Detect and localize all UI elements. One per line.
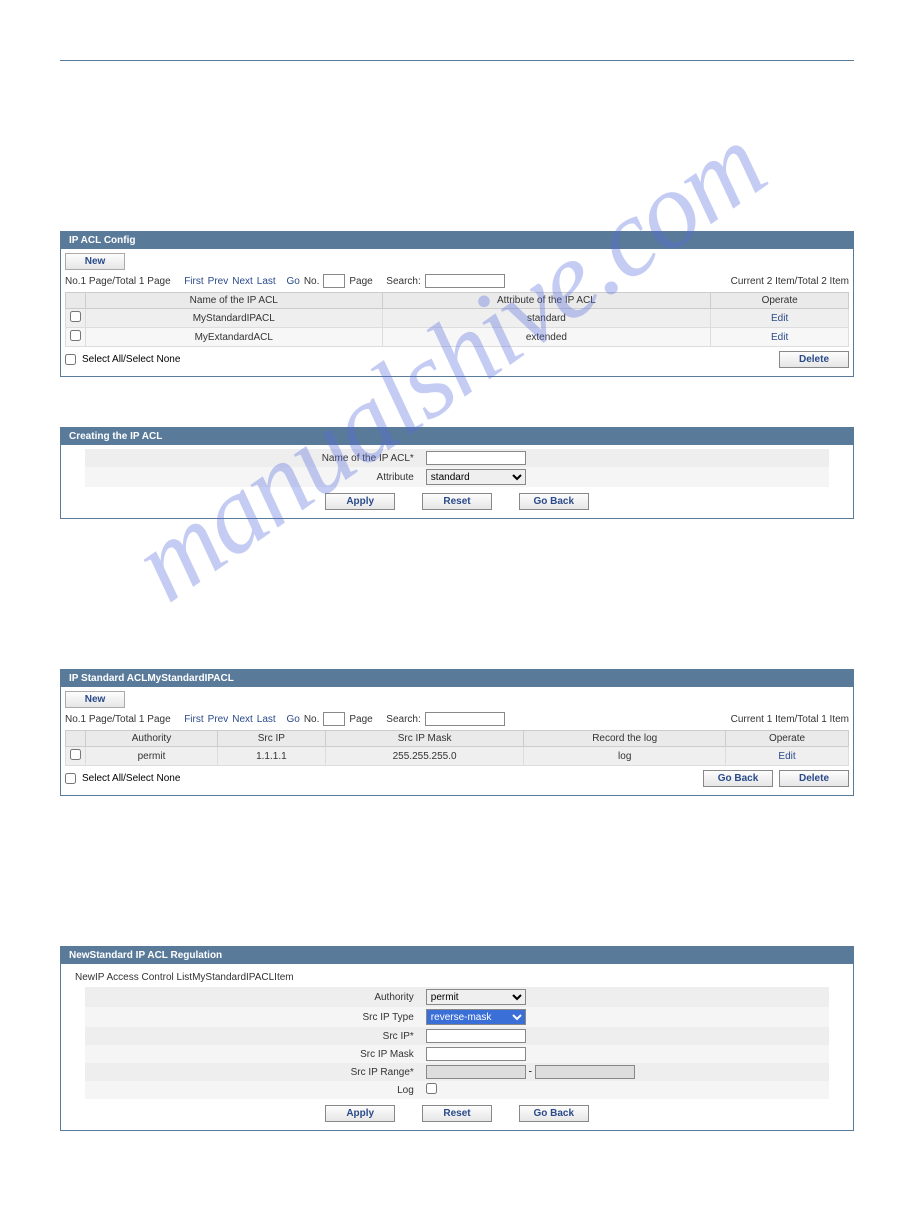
row-attr: extended (382, 328, 711, 347)
row-log: log (524, 747, 726, 766)
pager-next[interactable]: Next (232, 714, 253, 725)
col-mask: Src IP Mask (325, 731, 524, 747)
authority-label: Authority (85, 987, 420, 1007)
log-label: Log (85, 1081, 420, 1099)
acl-name-input[interactable] (426, 451, 526, 465)
create-ip-acl-panel: Creating the IP ACL Name of the IP ACL* … (60, 427, 854, 519)
pager-first[interactable]: First (184, 714, 203, 725)
col-op: Operate (711, 293, 849, 309)
apply-button[interactable]: Apply (325, 493, 395, 510)
attr-select[interactable]: standard (426, 469, 526, 485)
panel4-note: NewIP Access Control ListMyStandardIPACL… (65, 968, 849, 987)
pager-no-label: No. (304, 714, 320, 725)
panel1-title: IP ACL Config (61, 232, 853, 249)
col-src: Src IP (217, 731, 325, 747)
attr-label: Attribute (85, 467, 420, 487)
col-op: Operate (726, 731, 849, 747)
edit-link[interactable]: Edit (771, 332, 788, 343)
col-attr: Attribute of the IP ACL (382, 293, 711, 309)
row-mask: 255.255.255.0 (325, 747, 524, 766)
select-all-label: Select All/Select None (82, 773, 180, 784)
range-to-input (535, 1065, 635, 1079)
srctype-select[interactable]: reverse-mask (426, 1009, 526, 1025)
row-checkbox[interactable] (70, 749, 81, 760)
pager-page-label: Page (349, 276, 372, 287)
pager-search-label: Search: (386, 714, 420, 725)
acl-table: Name of the IP ACL Attribute of the IP A… (65, 292, 849, 347)
top-rule (60, 60, 854, 61)
srcip-label: Src IP* (85, 1027, 420, 1045)
mask-label: Src IP Mask (85, 1045, 420, 1063)
row-name: MyStandardIPACL (86, 309, 383, 328)
pager-prev[interactable]: Prev (208, 714, 229, 725)
select-all-checkbox[interactable] (65, 354, 76, 365)
row-attr: standard (382, 309, 711, 328)
edit-link[interactable]: Edit (778, 751, 795, 762)
pager-go[interactable]: Go (286, 276, 299, 287)
pager-last[interactable]: Last (257, 276, 276, 287)
mask-input[interactable] (426, 1047, 526, 1061)
pager-search-input[interactable] (425, 274, 505, 288)
delete-button[interactable]: Delete (779, 351, 849, 368)
pager-info: No.1 Page/Total 1 Page (65, 276, 171, 287)
pager-next[interactable]: Next (232, 276, 253, 287)
pager-no-label: No. (304, 276, 320, 287)
goback-button[interactable]: Go Back (519, 493, 589, 510)
goback-button[interactable]: Go Back (703, 770, 773, 787)
pager-count: Current 2 Item/Total 2 Item (731, 276, 849, 287)
pager-page-input[interactable] (323, 274, 345, 288)
log-checkbox[interactable] (426, 1083, 437, 1094)
pager-last[interactable]: Last (257, 714, 276, 725)
pager-row: No.1 Page/Total 1 Page First Prev Next L… (65, 708, 849, 730)
pager-row: No.1 Page/Total 1 Page First Prev Next L… (65, 270, 849, 292)
goback-button[interactable]: Go Back (519, 1105, 589, 1122)
standard-acl-panel: IP Standard ACLMyStandardIPACL New No.1 … (60, 669, 854, 796)
pager-search-label: Search: (386, 276, 420, 287)
range-sep: - (529, 1067, 532, 1078)
table-row: MyExtandardACL extended Edit (66, 328, 849, 347)
acl-rules-table: Authority Src IP Src IP Mask Record the … (65, 730, 849, 766)
authority-select[interactable]: permit (426, 989, 526, 1005)
range-label: Src IP Range* (85, 1063, 420, 1081)
reset-button[interactable]: Reset (422, 1105, 492, 1122)
row-checkbox[interactable] (70, 330, 81, 341)
select-all-label: Select All/Select None (82, 354, 180, 365)
col-auth: Authority (86, 731, 218, 747)
new-regulation-panel: NewStandard IP ACL Regulation NewIP Acce… (60, 946, 854, 1131)
reset-button[interactable]: Reset (422, 493, 492, 510)
pager-search-input[interactable] (425, 712, 505, 726)
pager-count: Current 1 Item/Total 1 Item (731, 714, 849, 725)
table-row: permit 1.1.1.1 255.255.255.0 log Edit (66, 747, 849, 766)
srctype-label: Src IP Type (85, 1007, 420, 1027)
table-row: MyStandardIPACL standard Edit (66, 309, 849, 328)
panel4-title: NewStandard IP ACL Regulation (61, 947, 853, 964)
pager-prev[interactable]: Prev (208, 276, 229, 287)
col-log: Record the log (524, 731, 726, 747)
pager-info: No.1 Page/Total 1 Page (65, 714, 171, 725)
pager-page-input[interactable] (323, 712, 345, 726)
panel3-title: IP Standard ACLMyStandardIPACL (61, 670, 853, 687)
row-auth: permit (86, 747, 218, 766)
pager-go[interactable]: Go (286, 714, 299, 725)
range-from-input (426, 1065, 526, 1079)
name-label: Name of the IP ACL* (85, 449, 420, 467)
apply-button[interactable]: Apply (325, 1105, 395, 1122)
srcip-input[interactable] (426, 1029, 526, 1043)
row-src: 1.1.1.1 (217, 747, 325, 766)
pager-first[interactable]: First (184, 276, 203, 287)
new-button[interactable]: New (65, 253, 125, 270)
delete-button[interactable]: Delete (779, 770, 849, 787)
row-checkbox[interactable] (70, 311, 81, 322)
row-name: MyExtandardACL (86, 328, 383, 347)
ip-acl-config-panel: IP ACL Config New No.1 Page/Total 1 Page… (60, 231, 854, 377)
col-name: Name of the IP ACL (86, 293, 383, 309)
pager-page-label: Page (349, 714, 372, 725)
select-all-checkbox[interactable] (65, 773, 76, 784)
edit-link[interactable]: Edit (771, 313, 788, 324)
panel2-title: Creating the IP ACL (61, 428, 853, 445)
new-button[interactable]: New (65, 691, 125, 708)
